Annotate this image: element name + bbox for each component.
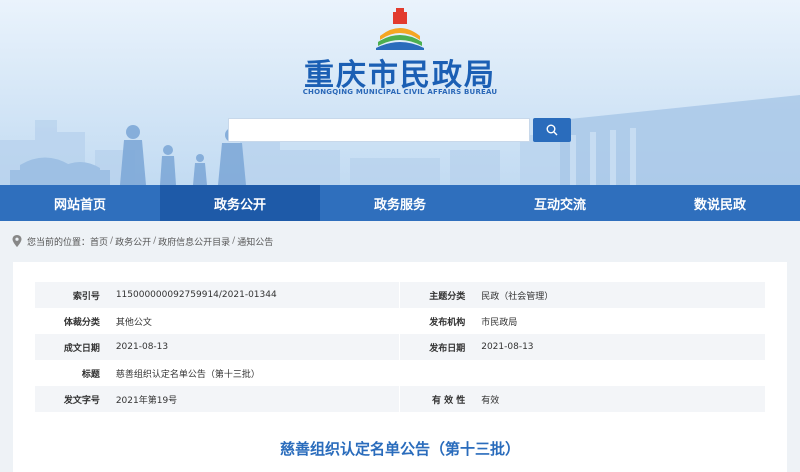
meta-label: 有 效 性 [431,395,466,406]
location-pin-icon [12,235,22,247]
meta-value: 其他公文 [115,308,401,334]
meta-label: 标题 [81,369,100,380]
search-icon [546,124,558,136]
breadcrumb-prefix: 您当前的位置： [27,237,91,248]
meta-label: 发文字号 [63,395,100,406]
meta-label: 索引号 [72,291,100,302]
search-input[interactable] [228,118,530,142]
document-title: 慈善组织认定名单公告（第十三批） [279,440,520,458]
main-navigation: 网站首页 政务公开 政务服务 互动交流 数说民政 [0,185,800,221]
meta-value: 有效 [481,395,500,406]
meta-label: 发布日期 [429,343,466,354]
meta-label: 发布机构 [429,317,466,328]
search-button[interactable] [533,118,571,142]
table-row: 发文字号 2021年第19号 有 效 性 有效 [35,386,765,412]
meta-value: 2021-08-13 [115,334,401,360]
meta-value: 115000000092759914/2021-01344 [115,282,401,308]
table-row: 体裁分类 其他公文 发布机构 市民政局 [35,308,765,334]
article-panel: 索引号 115000000092759914/2021-01344 主题分类 民… [13,262,787,472]
meta-value: 慈善组织认定名单公告（第十三批） [115,360,765,386]
meta-label: 体裁分类 [63,317,100,328]
nav-item-services[interactable]: 政务服务 [320,185,480,221]
breadcrumb-separator: / [232,236,236,246]
breadcrumb-government-affairs[interactable]: 政务公开 [115,235,151,248]
meta-value: 民政（社会管理） [481,291,554,302]
table-row: 标题 慈善组织认定名单公告（第十三批） [35,360,765,386]
meta-value: 市民政局 [481,317,518,328]
header-banner: 重庆市民政局 CHONGQING MUNICIPAL CIVIL AFFAIRS… [0,0,800,185]
table-row: 成文日期 2021-08-13 发布日期 2021-08-13 [35,334,765,360]
meta-label: 主题分类 [429,291,466,302]
nav-item-interaction[interactable]: 互动交流 [480,185,640,221]
document-metadata-table: 索引号 115000000092759914/2021-01344 主题分类 民… [35,282,765,412]
meta-value: 2021-08-13 [481,342,534,352]
breadcrumb: 您当前的位置： 首页 / 政务公开 / 政府信息公开目录 / 通知公告 [12,234,273,248]
site-subtitle: CHONGQING MUNICIPAL CIVIL AFFAIRS BUREAU [302,88,498,96]
bureau-emblem-icon [376,8,424,50]
nav-item-data[interactable]: 数说民政 [640,185,800,221]
meta-label: 成文日期 [63,343,100,354]
nav-item-government-affairs[interactable]: 政务公开 [160,185,320,221]
breadcrumb-notices[interactable]: 通知公告 [237,235,273,248]
breadcrumb-separator: / [153,236,157,246]
table-row: 索引号 115000000092759914/2021-01344 主题分类 民… [35,282,765,308]
breadcrumb-home[interactable]: 首页 [90,235,108,248]
nav-item-home[interactable]: 网站首页 [0,185,160,221]
breadcrumb-separator: / [110,236,114,246]
meta-value: 2021年第19号 [115,386,401,412]
breadcrumb-info-catalog[interactable]: 政府信息公开目录 [158,235,230,248]
